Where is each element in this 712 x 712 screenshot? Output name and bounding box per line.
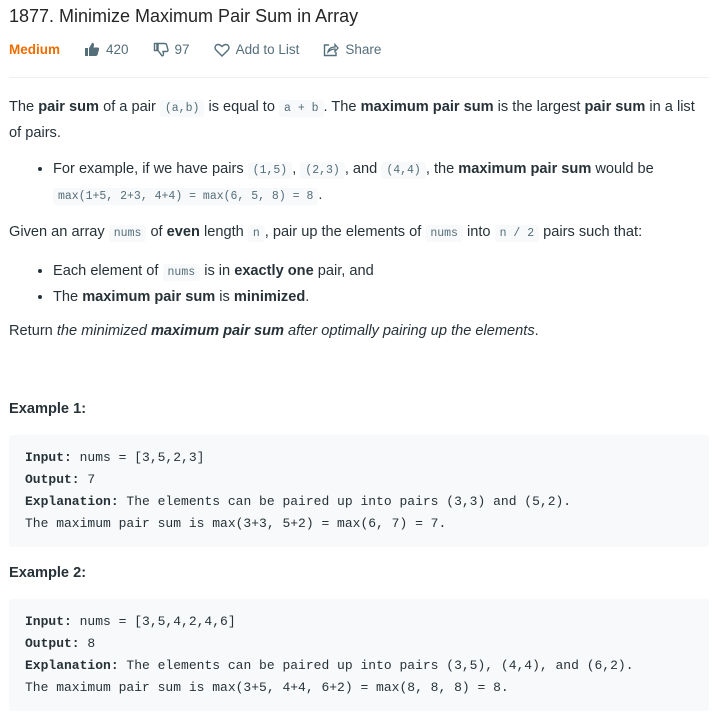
inline-code: a + b: [279, 100, 324, 117]
output-label: Output:: [25, 472, 80, 487]
inline-code: max(1+5, 2+3, 4+4) = max(6, 5, 8) = 8: [53, 188, 319, 205]
text: . The: [323, 99, 361, 115]
like-button[interactable]: 420: [84, 42, 129, 57]
text: Each element of: [53, 263, 163, 279]
explanation-text: The maximum pair sum is max(3+5, 4+4, 6+…: [25, 680, 509, 695]
input-value: nums = [3,5,2,3]: [71, 450, 205, 465]
list-item: The maximum pair sum is minimized.: [53, 285, 709, 309]
term-pair-sum: pair sum: [38, 99, 100, 115]
explanation-label: Explanation:: [25, 494, 119, 509]
constraint-list: Each element of nums is in exactly one p…: [9, 259, 709, 309]
dislike-button[interactable]: 97: [153, 42, 190, 57]
inline-code: nums: [162, 264, 201, 281]
text: into: [462, 224, 495, 240]
term-maximum-pair-sum: maximum pair sum: [150, 323, 284, 339]
inline-code: (a,b): [159, 100, 205, 117]
text: For example, if we have pairs: [53, 161, 248, 177]
text: , the: [425, 161, 459, 177]
thumbs-down-icon: [153, 42, 169, 57]
term-maximum-pair-sum: maximum pair sum: [82, 289, 216, 305]
add-to-list-button[interactable]: Add to List: [213, 42, 300, 57]
explanation-text: The elements can be paired up into pairs…: [118, 658, 634, 673]
term-exactly-one: exactly one: [234, 263, 314, 279]
text: , and: [344, 161, 382, 177]
term-maximum-pair-sum: maximum pair sum: [360, 99, 494, 115]
problem-description: The pair sum of a pair (a,b) is equal to…: [9, 95, 709, 711]
output-label: Output:: [25, 636, 80, 651]
text: pairs such that:: [539, 224, 643, 240]
text: of: [146, 224, 167, 240]
inline-code: n: [247, 225, 265, 242]
text: .: [318, 187, 323, 203]
term-even: even: [166, 224, 200, 240]
dislike-count: 97: [174, 42, 190, 57]
term-pair-sum: pair sum: [584, 99, 646, 115]
text: .: [305, 289, 310, 305]
input-label: Input:: [25, 614, 72, 629]
explanation-text: The maximum pair sum is max(3+3, 5+2) = …: [25, 516, 447, 531]
inline-code: n / 2: [494, 225, 540, 242]
text: , pair up the elements of: [264, 224, 426, 240]
inline-code: nums: [425, 225, 463, 242]
input-label: Input:: [25, 450, 72, 465]
like-count: 420: [106, 42, 129, 57]
example-1-block: Input: nums = [3,5,2,3] Output: 7 Explan…: [9, 435, 709, 547]
text: pair, and: [313, 263, 374, 279]
difficulty-badge: Medium: [9, 42, 61, 57]
inline-code: (2,3): [300, 162, 345, 179]
inline-code: (1,5): [247, 162, 293, 179]
add-to-list-label: Add to List: [235, 42, 300, 57]
example-1-title: Example 1:: [9, 401, 87, 417]
share-icon: [324, 42, 340, 56]
example-2-title: Example 2:: [9, 565, 87, 581]
problem-title: 1877. Minimize Maximum Pair Sum in Array: [9, 6, 359, 26]
description-paragraph: The pair sum of a pair (a,b) is equal to…: [9, 95, 709, 145]
list-item: Each element of nums is in exactly one p…: [53, 259, 709, 285]
heart-icon: [213, 43, 230, 57]
text: length: [199, 224, 248, 240]
text: is: [215, 289, 234, 305]
text: Given an array: [9, 224, 109, 240]
list-item: For example, if we have pairs (1,5), (2,…: [53, 157, 709, 209]
share-label: Share: [345, 42, 382, 57]
example-list: For example, if we have pairs (1,5), (2,…: [9, 157, 709, 209]
inline-code: (4,4): [381, 162, 426, 179]
inline-code: nums: [108, 225, 147, 242]
header-divider: [9, 77, 709, 78]
text: would be: [591, 161, 654, 177]
description-paragraph: Given an array nums of even length n, pa…: [9, 220, 709, 246]
text: is the largest: [493, 99, 585, 115]
output-value: 8: [79, 636, 96, 651]
text: The: [9, 99, 39, 115]
term-maximum-pair-sum: maximum pair sum: [458, 161, 592, 177]
thumbs-up-icon: [85, 42, 100, 56]
italic-text: the minimized: [56, 323, 151, 339]
text: is equal to: [204, 99, 280, 115]
input-value: nums = [3,5,4,2,4,6]: [71, 614, 236, 629]
text: of a pair: [99, 99, 160, 115]
output-value: 7: [79, 472, 96, 487]
term-minimized: minimized: [233, 289, 306, 305]
italic-text: after optimally pairing up the elements: [283, 323, 535, 339]
share-button[interactable]: Share: [323, 42, 381, 57]
explanation-label: Explanation:: [25, 658, 119, 673]
problem-meta: Medium 420 97 Add to List Share: [9, 42, 405, 57]
text: The: [53, 289, 83, 305]
example-2-block: Input: nums = [3,5,4,2,4,6] Output: 8 Ex…: [9, 599, 709, 711]
text: .: [534, 323, 539, 339]
text: is in: [200, 263, 235, 279]
explanation-text: The elements can be paired up into pairs…: [118, 494, 572, 509]
return-paragraph: Return the minimized maximum pair sum af…: [9, 319, 709, 343]
text: Return: [9, 323, 57, 339]
